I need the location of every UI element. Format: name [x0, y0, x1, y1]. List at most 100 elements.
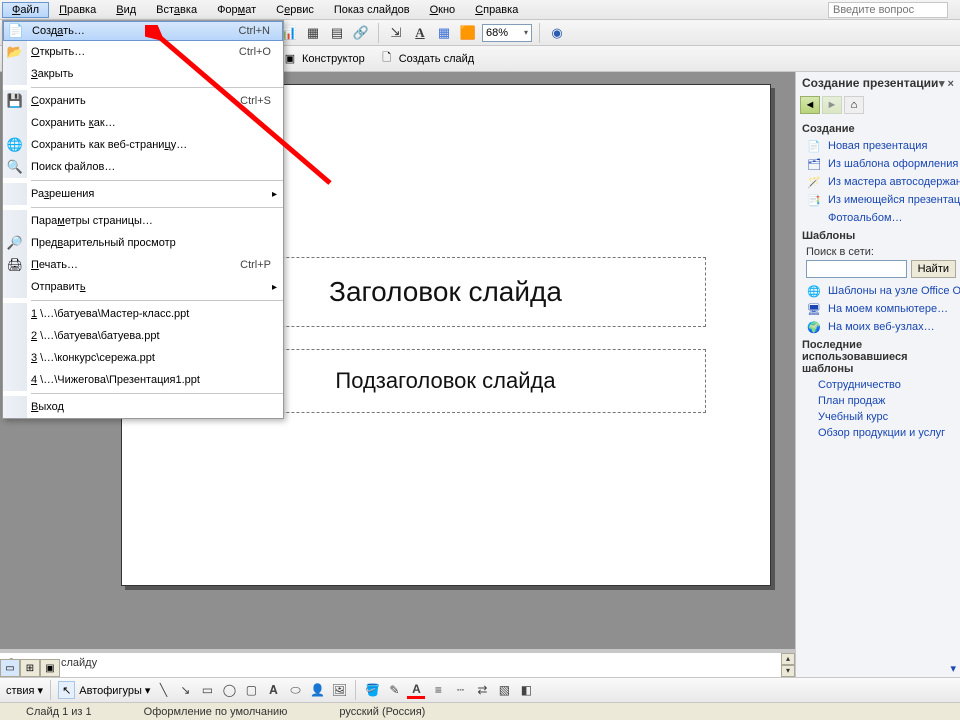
fill-color-icon[interactable]: 🪣	[363, 681, 381, 699]
link-new-presentation[interactable]: 📄Новая презентация	[796, 137, 960, 155]
link-templates-my-computer[interactable]: 🖥На моем компьютере…	[796, 300, 960, 318]
line-color-icon[interactable]: ✎	[385, 681, 403, 699]
menu-file[interactable]: Файл	[2, 2, 49, 18]
clipart-icon[interactable]: 👤	[308, 681, 326, 699]
menu-item-recent-3[interactable]: 3 \…\конкурс\сережа.ppt	[3, 347, 283, 369]
zoom-combo[interactable]: 68%	[482, 24, 532, 42]
menu-item-recent-2[interactable]: 2 \…\батуева\батуева.ppt	[3, 325, 283, 347]
menu-item-new[interactable]: 📄Создать…Ctrl+N	[3, 21, 283, 41]
menu-edit[interactable]: Правка	[49, 2, 106, 18]
nav-fwd-icon[interactable]: ►	[822, 96, 842, 114]
line-style-icon[interactable]: ≡	[429, 681, 447, 699]
line-tool-icon[interactable]: ╲	[154, 681, 172, 699]
link-photoalbum[interactable]: Фотоальбом…	[796, 209, 960, 227]
nav-back-icon[interactable]: ◄	[800, 96, 820, 114]
menu-item-page-setup[interactable]: Параметры страницы…	[3, 210, 283, 232]
link-templates-my-websites[interactable]: 🌍На моих веб-узлах…	[796, 318, 960, 336]
save-web-icon: 🌐	[3, 134, 27, 156]
notes-scroll-down[interactable]: ▾	[781, 665, 795, 677]
menu-view[interactable]: Вид	[106, 2, 146, 18]
menu-item-permissions[interactable]: Разрешения	[3, 183, 283, 205]
slideshow-view-button[interactable]: ▣	[40, 659, 60, 677]
template-search-input[interactable]	[806, 260, 907, 278]
dash-style-icon[interactable]: ┄	[451, 681, 469, 699]
menubar: Файл Правка Вид Вставка Формат Сервис По…	[0, 0, 960, 20]
link-from-design-template[interactable]: 🗂Из шаблона оформления	[796, 155, 960, 173]
nav-home-icon[interactable]: ⌂	[844, 96, 864, 114]
menu-item-save-as[interactable]: Сохранить как…	[3, 112, 283, 134]
rectangle-tool-icon[interactable]: ▭	[198, 681, 216, 699]
existing-icon: 📑	[806, 193, 822, 207]
notes-pane[interactable]: Заметки к слайду ▴ ▾	[0, 649, 795, 677]
menu-item-open[interactable]: 📂Открыть…Ctrl+O	[3, 41, 283, 63]
arrow-style-icon[interactable]: ⇄	[473, 681, 491, 699]
hyperlink-icon[interactable]: 🔗	[351, 23, 371, 43]
menu-item-print-preview[interactable]: 🔎Предварительный просмотр	[3, 232, 283, 254]
menu-insert[interactable]: Вставка	[146, 2, 207, 18]
blank-icon: 📄	[806, 139, 822, 153]
menu-item-save-as-web[interactable]: 🌐Сохранить как веб-страницу…	[3, 134, 283, 156]
menu-item-save[interactable]: 💾СохранитьCtrl+S	[3, 90, 283, 112]
menu-tools[interactable]: Сервис	[266, 2, 324, 18]
section-recent-templates: Последние использовавшиеся шаблоны	[796, 336, 960, 377]
menu-window[interactable]: Окно	[420, 2, 466, 18]
save-icon: 💾	[3, 90, 27, 112]
template-icon: 🗂	[806, 157, 822, 171]
insert-picture-icon[interactable]: 🖼	[330, 681, 348, 699]
menu-slideshow[interactable]: Показ слайдов	[324, 2, 420, 18]
recent-template[interactable]: Сотрудничество	[796, 377, 960, 393]
office-online-icon: 🌐	[806, 284, 822, 298]
normal-view-button[interactable]: ▭	[0, 659, 20, 677]
new-slide-icon: 🗋	[379, 51, 395, 67]
menu-item-close[interactable]: Закрыть	[3, 63, 283, 85]
help-question-box[interactable]	[828, 2, 948, 18]
tables-borders-icon[interactable]: ▤	[327, 23, 347, 43]
taskpane-scroll-down[interactable]: ▾	[796, 660, 960, 677]
select-tool[interactable]: ↖	[58, 681, 75, 699]
computer-icon: 🖥	[806, 302, 822, 316]
menu-item-recent-4[interactable]: 4 \…\Чижегова\Презентация1.ppt	[3, 369, 283, 391]
menu-format[interactable]: Формат	[207, 2, 266, 18]
status-language: русский (Россия)	[313, 706, 451, 718]
link-templates-office-online[interactable]: 🌐Шаблоны на узле Office Online	[796, 282, 960, 300]
new-slide-button[interactable]: 🗋Создать слайд	[374, 49, 479, 69]
menu-help[interactable]: Справка	[465, 2, 528, 18]
template-search-button[interactable]: Найти	[911, 260, 956, 278]
shadow-icon[interactable]: ▧	[495, 681, 513, 699]
sorter-view-button[interactable]: ⊞	[20, 659, 40, 677]
open-icon: 📂	[3, 41, 27, 63]
menu-item-recent-1[interactable]: 1 \…\батуева\Мастер-класс.ppt	[3, 303, 283, 325]
help-icon[interactable]: ◉	[547, 23, 567, 43]
3d-icon[interactable]: ◧	[517, 681, 535, 699]
taskpane-nav: ◄ ► ⌂	[796, 94, 960, 120]
menu-item-print[interactable]: 🖨Печать…Ctrl+P	[3, 254, 283, 276]
autoshapes-menu[interactable]: Автофигуры ▾	[79, 684, 150, 697]
oval-tool-icon[interactable]: ◯	[220, 681, 238, 699]
link-from-autocontent-wizard[interactable]: 🪄Из мастера автосодержания…	[796, 173, 960, 191]
taskpane-menu-icon[interactable]: ▾ ×	[939, 77, 954, 90]
font-color-draw-icon[interactable]: A	[407, 681, 425, 699]
preview-icon: 🔎	[3, 232, 27, 254]
diagram-icon[interactable]: ⬭	[286, 681, 304, 699]
wordart-icon[interactable]: 𝐀	[264, 681, 282, 699]
grid-icon[interactable]: ▦	[434, 23, 454, 43]
textbox-tool-icon[interactable]: ▢	[242, 681, 260, 699]
expand-icon[interactable]: ⇲	[386, 23, 406, 43]
menu-item-send[interactable]: Отправить	[3, 276, 283, 298]
menu-item-exit[interactable]: Выход	[3, 396, 283, 418]
recent-template[interactable]: Обзор продукции и услуг	[796, 425, 960, 441]
file-menu-dropdown: 📄Создать…Ctrl+N 📂Открыть…Ctrl+O Закрыть …	[2, 20, 284, 419]
notes-scroll-up[interactable]: ▴	[781, 653, 795, 665]
status-design: Оформление по умолчанию	[118, 706, 314, 718]
actions-menu[interactable]: ствия ▾	[6, 684, 43, 697]
menu-item-file-search[interactable]: 🔍Поиск файлов…	[3, 156, 283, 178]
arrow-tool-icon[interactable]: ↘	[176, 681, 194, 699]
table-icon[interactable]: ▦	[303, 23, 323, 43]
recent-template[interactable]: План продаж	[796, 393, 960, 409]
slide-design-button[interactable]: ▣Конструктор	[277, 49, 370, 69]
drawing-toolbar: ствия ▾ ↖ Автофигуры ▾ ╲ ↘ ▭ ◯ ▢ 𝐀 ⬭ 👤 🖼…	[0, 677, 960, 702]
link-from-existing[interactable]: 📑Из имеющейся презентации…	[796, 191, 960, 209]
recent-template[interactable]: Учебный курс	[796, 409, 960, 425]
color-icon[interactable]: 🟧	[458, 23, 478, 43]
show-formatting-icon[interactable]: A	[410, 23, 430, 43]
